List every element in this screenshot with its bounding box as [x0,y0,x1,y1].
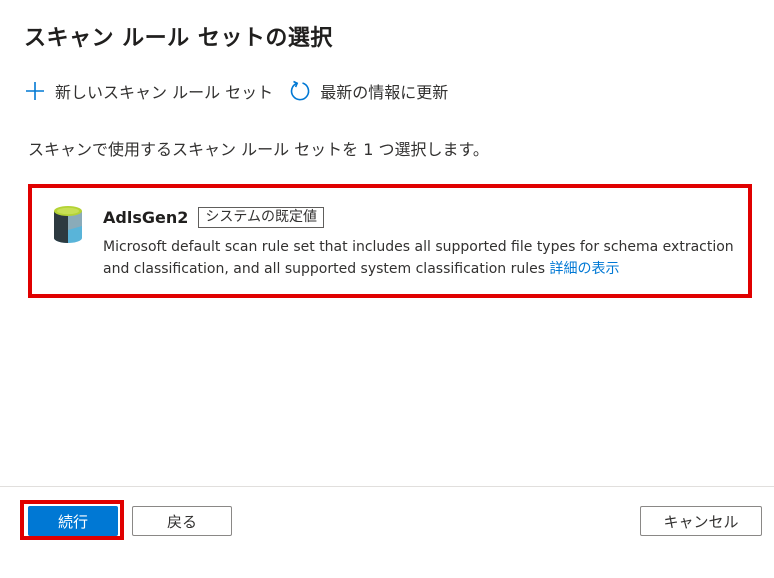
rule-set-card-body: AdlsGen2 システムの既定値 Microsoft default scan… [103,204,742,280]
plus-icon [24,80,46,102]
system-default-badge: システムの既定値 [198,206,324,228]
rule-set-card-adlsgen2[interactable]: AdlsGen2 システムの既定値 Microsoft default scan… [52,204,742,280]
database-icon [52,204,84,244]
back-button[interactable]: 戻る [132,506,232,536]
instructions-text: スキャンで使用するスキャン ルール セットを 1 つ選択します。 [28,140,489,159]
toolbar: 新しいスキャン ルール セット 最新の情報に更新 [24,78,464,104]
rule-set-description-text: Microsoft default scan rule set that inc… [103,239,734,277]
refresh-button[interactable]: 最新の情報に更新 [289,79,448,103]
new-scan-rule-set-label: 新しいスキャン ルール セット [55,83,274,102]
footer-divider [0,486,774,487]
refresh-label: 最新の情報に更新 [320,83,449,102]
view-details-link[interactable]: 詳細の表示 [550,261,620,277]
panel-title: スキャン ルール セットの選択 [24,26,333,51]
refresh-icon [289,80,311,102]
cancel-button[interactable]: キャンセル [640,506,762,536]
rule-set-card-header: AdlsGen2 システムの既定値 [103,204,742,230]
continue-button[interactable]: 続行 [28,506,118,536]
rule-set-description: Microsoft default scan rule set that inc… [103,236,742,280]
new-scan-rule-set-button[interactable]: 新しいスキャン ルール セット [24,79,273,103]
rule-set-name: AdlsGen2 [103,207,189,227]
